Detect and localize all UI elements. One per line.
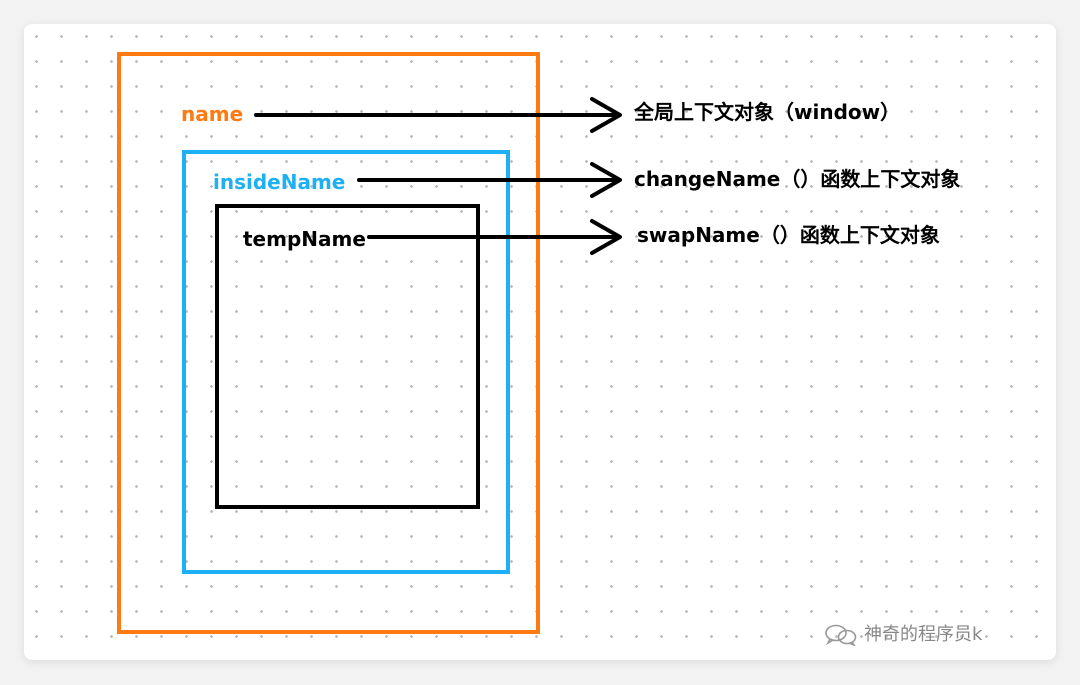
global-context-description: 全局上下文对象（window） — [634, 100, 901, 124]
watermark-text: 神奇的程序员k — [864, 624, 983, 645]
watermark: 神奇的程序员k — [824, 624, 982, 646]
swap-name-context-description: swapName（）函数上下文对象 — [637, 223, 940, 247]
arrow-inside-name-to-change — [357, 162, 622, 198]
wechat-icon — [825, 624, 857, 646]
change-name-context-description: changeName（）函数上下文对象 — [634, 167, 961, 191]
arrow-name-to-global — [254, 97, 622, 133]
arrows-layer — [254, 97, 622, 255]
arrow-temp-name-to-swap — [367, 219, 622, 255]
diagram-canvas: name insideName tempName 全局上下文对象（window）… — [24, 24, 1056, 660]
